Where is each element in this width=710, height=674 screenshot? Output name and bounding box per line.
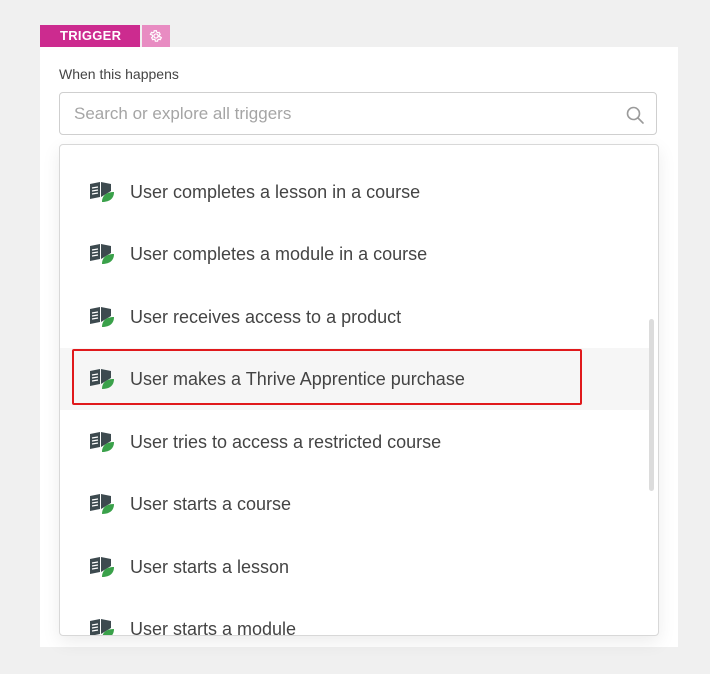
list-item-label: User starts a lesson: [130, 556, 290, 577]
list-item-label: User starts a course: [130, 493, 292, 514]
trigger-search-box[interactable]: [59, 92, 657, 135]
list-item[interactable]: User tries to access a restricted course: [60, 411, 650, 473]
dropdown-scrollbar[interactable]: [649, 319, 654, 491]
book-leaf-icon: [90, 557, 114, 577]
trigger-tag: TRIGGER: [40, 25, 171, 47]
book-leaf-icon: [90, 182, 114, 202]
search-input[interactable]: [60, 93, 656, 134]
gear-icon[interactable]: [142, 25, 171, 47]
list-item-highlighted[interactable]: User makes a Thrive Apprentice purchase: [60, 348, 650, 410]
search-icon[interactable]: [625, 105, 645, 125]
book-leaf-icon: [90, 369, 114, 389]
when-this-happens-label: When this happens: [59, 66, 179, 82]
list-item[interactable]: User completes a module in a course: [60, 223, 650, 285]
book-leaf-icon: [90, 432, 114, 452]
list-item-label: User tries to access a restricted course: [130, 431, 442, 452]
trigger-dropdown[interactable]: User completes a lesson in a course User…: [59, 144, 659, 636]
list-item[interactable]: User starts a course: [60, 473, 650, 535]
list-item[interactable]: User starts a lesson: [60, 536, 650, 598]
list-item-label: User starts a module: [130, 618, 297, 636]
list-item[interactable]: User starts a module: [60, 598, 650, 636]
list-item-label: User completes a lesson in a course: [130, 181, 421, 202]
list-item-label: User makes a Thrive Apprentice purchase: [130, 368, 465, 389]
list-item-label: User receives access to a product: [130, 306, 402, 327]
list-item[interactable]: User completes a lesson in a course: [60, 161, 650, 223]
book-leaf-icon: [90, 494, 114, 514]
list-item-label: User completes a module in a course: [130, 243, 428, 264]
trigger-label: TRIGGER: [40, 25, 141, 47]
book-leaf-icon: [90, 244, 114, 264]
book-leaf-icon: [90, 619, 114, 635]
book-leaf-icon: [90, 307, 114, 327]
list-item[interactable]: User receives access to a product: [60, 286, 650, 348]
